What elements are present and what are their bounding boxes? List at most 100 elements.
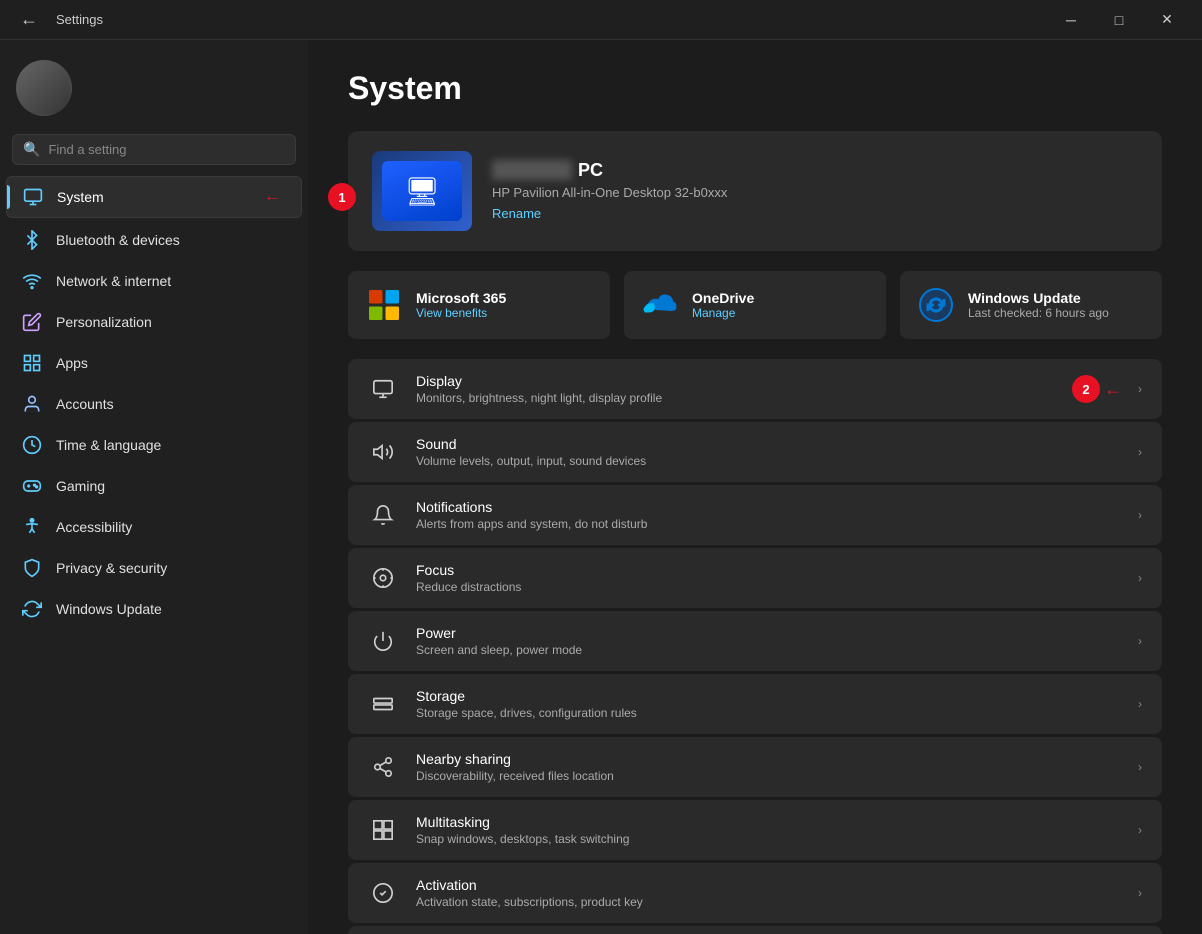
sidebar-label-accounts: Accounts (56, 396, 114, 412)
settings-item-troubleshoot[interactable]: Troubleshoot › (348, 926, 1162, 934)
notifications-icon (368, 500, 398, 530)
display-title: Display (416, 373, 1120, 389)
storage-sub: Storage space, drives, configuration rul… (416, 706, 1120, 720)
sidebar-label-apps: Apps (56, 355, 88, 371)
focus-chevron: › (1138, 571, 1142, 585)
notifications-text: Notifications Alerts from apps and syste… (416, 499, 1120, 531)
system-icon (23, 187, 43, 207)
focus-icon (368, 563, 398, 593)
pc-image-inner: 🖥 (382, 161, 462, 221)
privacy-icon (22, 558, 42, 578)
sidebar-item-system[interactable]: System (6, 176, 302, 218)
multitasking-title: Multitasking (416, 814, 1120, 830)
personalization-icon (22, 312, 42, 332)
onedrive-sub[interactable]: Manage (692, 306, 754, 320)
pc-info: PC HP Pavilion All-in-One Desktop 32-b0x… (492, 160, 1138, 223)
sidebar-label-privacy: Privacy & security (56, 560, 167, 576)
nearby-sub: Discoverability, received files location (416, 769, 1120, 783)
settings-item-focus[interactable]: Focus Reduce distractions › (348, 548, 1162, 608)
multitasking-icon (368, 815, 398, 845)
settings-item-nearby[interactable]: Nearby sharing Discoverability, received… (348, 737, 1162, 797)
sidebar-item-privacy[interactable]: Privacy & security (6, 548, 302, 588)
sidebar-item-bluetooth[interactable]: Bluetooth & devices (6, 220, 302, 260)
minimize-button[interactable]: ─ (1048, 4, 1094, 36)
sidebar-label-network: Network & internet (56, 273, 171, 289)
back-button[interactable]: ← (12, 5, 46, 34)
storage-icon (368, 689, 398, 719)
update-icon (22, 599, 42, 619)
network-icon (22, 271, 42, 291)
wupdate-sub: Last checked: 6 hours ago (968, 306, 1109, 320)
settings-item-power[interactable]: Power Screen and sleep, power mode › (348, 611, 1162, 671)
activation-text: Activation Activation state, subscriptio… (416, 877, 1120, 909)
sound-text: Sound Volume levels, output, input, soun… (416, 436, 1120, 468)
activation-title: Activation (416, 877, 1120, 893)
power-icon (368, 626, 398, 656)
multitasking-sub: Snap windows, desktops, task switching (416, 832, 1120, 846)
focus-text: Focus Reduce distractions (416, 562, 1120, 594)
sidebar-item-time[interactable]: Time & language (6, 425, 302, 465)
rename-button[interactable]: Rename (492, 206, 541, 221)
settings-item-multitasking[interactable]: Multitasking Snap windows, desktops, tas… (348, 800, 1162, 860)
sidebar-label-time: Time & language (56, 437, 161, 453)
settings-item-display[interactable]: Display Monitors, brightness, night ligh… (348, 359, 1162, 419)
ms365-title: Microsoft 365 (416, 290, 506, 306)
search-box[interactable]: 🔍 (12, 134, 296, 165)
nearby-icon (368, 752, 398, 782)
sound-sub: Volume levels, output, input, sound devi… (416, 454, 1120, 468)
sidebar-item-gaming[interactable]: Gaming (6, 466, 302, 506)
title-bar-title: Settings (56, 12, 103, 27)
settings-item-activation[interactable]: Activation Activation state, subscriptio… (348, 863, 1162, 923)
search-icon: 🔍 (23, 141, 40, 158)
nearby-title: Nearby sharing (416, 751, 1120, 767)
title-bar-controls: ─ □ ✕ (1048, 4, 1190, 36)
sidebar-label-accessibility: Accessibility (56, 519, 132, 535)
sidebar-item-accounts[interactable]: Accounts (6, 384, 302, 424)
sidebar-item-accessibility[interactable]: Accessibility (6, 507, 302, 547)
pc-name-text: PC (578, 160, 603, 181)
sidebar-item-apps[interactable]: Apps (6, 343, 302, 383)
settings-item-sound[interactable]: Sound Volume levels, output, input, soun… (348, 422, 1162, 482)
sidebar-label-bluetooth: Bluetooth & devices (56, 232, 180, 248)
onedrive-info: OneDrive Manage (692, 290, 754, 320)
settings-item-notifications[interactable]: Notifications Alerts from apps and syste… (348, 485, 1162, 545)
quick-cards: Microsoft 365 View benefits OneDrive Man… (348, 271, 1162, 339)
accounts-icon (22, 394, 42, 414)
sidebar-item-personalization[interactable]: Personalization (6, 302, 302, 342)
time-icon (22, 435, 42, 455)
settings-item-storage[interactable]: Storage Storage space, drives, configura… (348, 674, 1162, 734)
apps-icon (22, 353, 42, 373)
title-bar: ← Settings ─ □ ✕ (0, 0, 1202, 40)
display-text: Display Monitors, brightness, night ligh… (416, 373, 1120, 405)
content-area: System 🖥 PC HP Pavilion All-in-One Deskt… (308, 40, 1202, 934)
sidebar-item-update[interactable]: Windows Update (6, 589, 302, 629)
power-title: Power (416, 625, 1120, 641)
quick-card-ms365[interactable]: Microsoft 365 View benefits (348, 271, 610, 339)
quick-card-wupdate[interactable]: Windows Update Last checked: 6 hours ago (900, 271, 1162, 339)
notifications-chevron: › (1138, 508, 1142, 522)
quick-card-onedrive[interactable]: OneDrive Manage (624, 271, 886, 339)
display-chevron: › (1138, 382, 1142, 396)
accessibility-icon (22, 517, 42, 537)
ms365-sub[interactable]: View benefits (416, 306, 506, 320)
notifications-sub: Alerts from apps and system, do not dist… (416, 517, 1120, 531)
ms365-icon (366, 287, 402, 323)
app-container: 🔍 System 1 ← (0, 40, 1202, 934)
pc-name-blur (492, 160, 572, 180)
sound-title: Sound (416, 436, 1120, 452)
nav-list: System 1 ← Bluetooth & devices (0, 175, 308, 630)
power-text: Power Screen and sleep, power mode (416, 625, 1120, 657)
sidebar-label-update: Windows Update (56, 601, 162, 617)
sidebar-label-system: System (57, 189, 104, 205)
nearby-text: Nearby sharing Discoverability, received… (416, 751, 1120, 783)
pc-image: 🖥 (372, 151, 472, 231)
sidebar-item-network[interactable]: Network & internet (6, 261, 302, 301)
onedrive-title: OneDrive (692, 290, 754, 306)
search-input[interactable] (48, 142, 285, 157)
close-button[interactable]: ✕ (1144, 4, 1190, 36)
maximize-button[interactable]: □ (1096, 4, 1142, 36)
activation-sub: Activation state, subscriptions, product… (416, 895, 1120, 909)
pc-name: PC (492, 160, 1138, 181)
notifications-title: Notifications (416, 499, 1120, 515)
wupdate-title: Windows Update (968, 290, 1109, 306)
